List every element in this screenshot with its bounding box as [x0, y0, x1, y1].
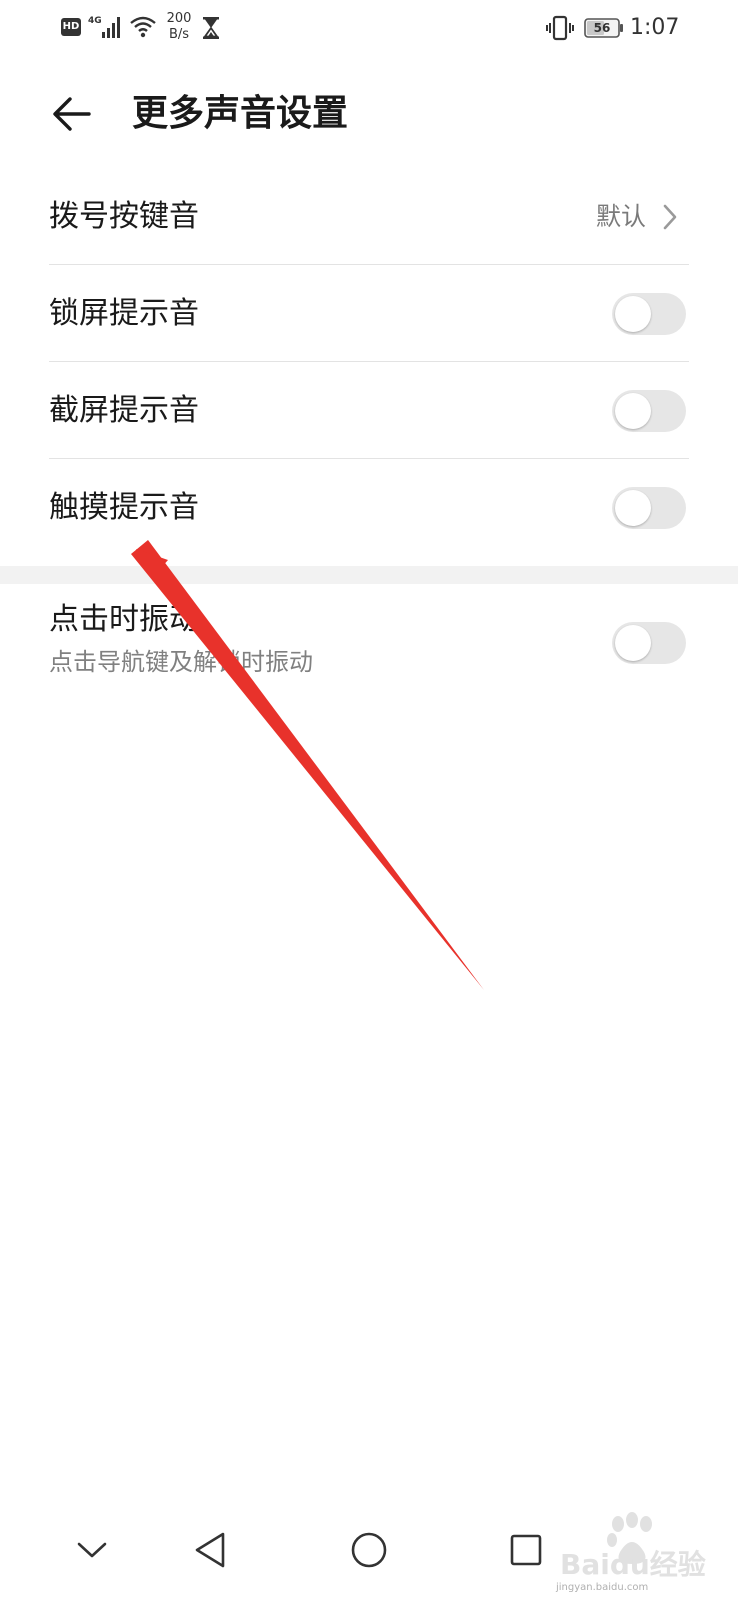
setting-label: 锁屏提示音	[49, 296, 199, 331]
network-speed-value: 200	[166, 11, 192, 26]
back-button[interactable]	[46, 88, 98, 140]
lock-screen-sound-toggle[interactable]	[612, 293, 686, 335]
section-separator	[0, 566, 738, 584]
hd-voice-icon: HD	[61, 18, 81, 36]
page-title: 更多声音设置	[132, 93, 349, 134]
toggle-knob	[615, 490, 651, 526]
triangle-back-icon	[195, 1532, 225, 1568]
setting-label: 点击时振动	[49, 602, 199, 637]
wifi-icon	[130, 16, 156, 38]
navigation-bar	[0, 1510, 738, 1600]
network-type-label: 4G	[88, 16, 102, 26]
nav-collapse-button[interactable]	[64, 1522, 120, 1578]
status-bar: HD 4G 200 B/s 56 1:07	[0, 0, 738, 56]
setting-label: 截屏提示音	[49, 393, 199, 428]
setting-dial-pad-tone[interactable]: 拨号按键音 默认	[0, 168, 738, 265]
nav-back-button[interactable]	[182, 1522, 238, 1578]
toggle-knob	[615, 393, 651, 429]
setting-description: 点击导航键及解锁时振动	[49, 648, 313, 676]
setting-lock-screen-sound: 锁屏提示音	[0, 265, 738, 362]
setting-label: 拨号按键音	[49, 199, 199, 234]
screenshot-sound-toggle[interactable]	[612, 390, 686, 432]
setting-screenshot-sound: 截屏提示音	[0, 362, 738, 459]
nav-recent-button[interactable]	[498, 1522, 554, 1578]
setting-touch-sound: 触摸提示音	[0, 459, 738, 556]
network-speed-unit: B/s	[168, 27, 190, 42]
clock: 1:07	[630, 15, 680, 40]
touch-sound-toggle[interactable]	[612, 487, 686, 529]
setting-label: 触摸提示音	[49, 490, 199, 525]
battery-level: 56	[593, 21, 611, 35]
circle-home-icon	[351, 1532, 387, 1568]
square-recent-icon	[510, 1534, 542, 1566]
vibrate-mode-icon	[546, 15, 574, 41]
nav-home-button[interactable]	[341, 1522, 397, 1578]
setting-value: 默认	[595, 202, 646, 231]
settings-list: 拨号按键音 默认 锁屏提示音 截屏提示音 触摸提示音	[0, 168, 738, 556]
setting-vibrate-on-tap: 点击时振动 点击导航键及解锁时振动	[0, 584, 738, 692]
chevron-right-icon	[663, 204, 677, 230]
cellular-signal-icon: 4G	[88, 16, 120, 38]
toggle-knob	[615, 625, 651, 661]
toggle-knob	[615, 296, 651, 332]
arrow-left-icon	[53, 97, 91, 131]
vibrate-on-tap-toggle[interactable]	[612, 622, 686, 664]
chevron-down-icon	[77, 1542, 107, 1558]
network-speed: 200 B/s	[162, 11, 196, 43]
hourglass-icon	[203, 17, 219, 39]
